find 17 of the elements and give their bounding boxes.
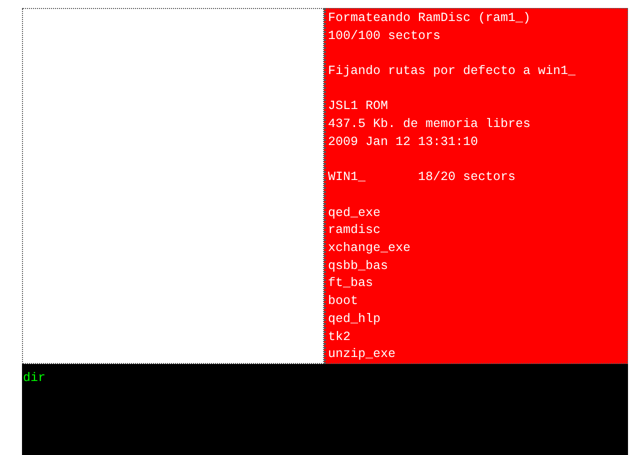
output-line: 100/100 sectors bbox=[328, 28, 441, 45]
output-line: 2009 Jan 12 13:31:10 bbox=[328, 134, 478, 151]
output-line: JSL1 ROM bbox=[328, 98, 388, 116]
output-line: 437.5 Kb. de memoria libres bbox=[328, 116, 531, 134]
output-line: ft_bas bbox=[328, 275, 374, 292]
output-line: boot bbox=[328, 293, 358, 310]
output-line: qsbb_bas bbox=[328, 258, 388, 275]
output-line: ramdisc bbox=[328, 222, 381, 240]
output-line: qed_exe bbox=[328, 204, 381, 222]
output-line: tk2 bbox=[328, 328, 351, 346]
output-line: Fijando rutas por defecto a win1_ bbox=[328, 63, 576, 80]
output-line: qed_hlp bbox=[328, 310, 381, 328]
command-input[interactable]: dir bbox=[23, 370, 46, 388]
output-line: WIN1_ 18/20 sectors bbox=[328, 169, 516, 186]
output-line: xchange_exe bbox=[328, 240, 411, 258]
output-line: Formateando RamDisc (ram1_) bbox=[328, 10, 531, 27]
output-line: unzip_exe bbox=[328, 346, 396, 364]
